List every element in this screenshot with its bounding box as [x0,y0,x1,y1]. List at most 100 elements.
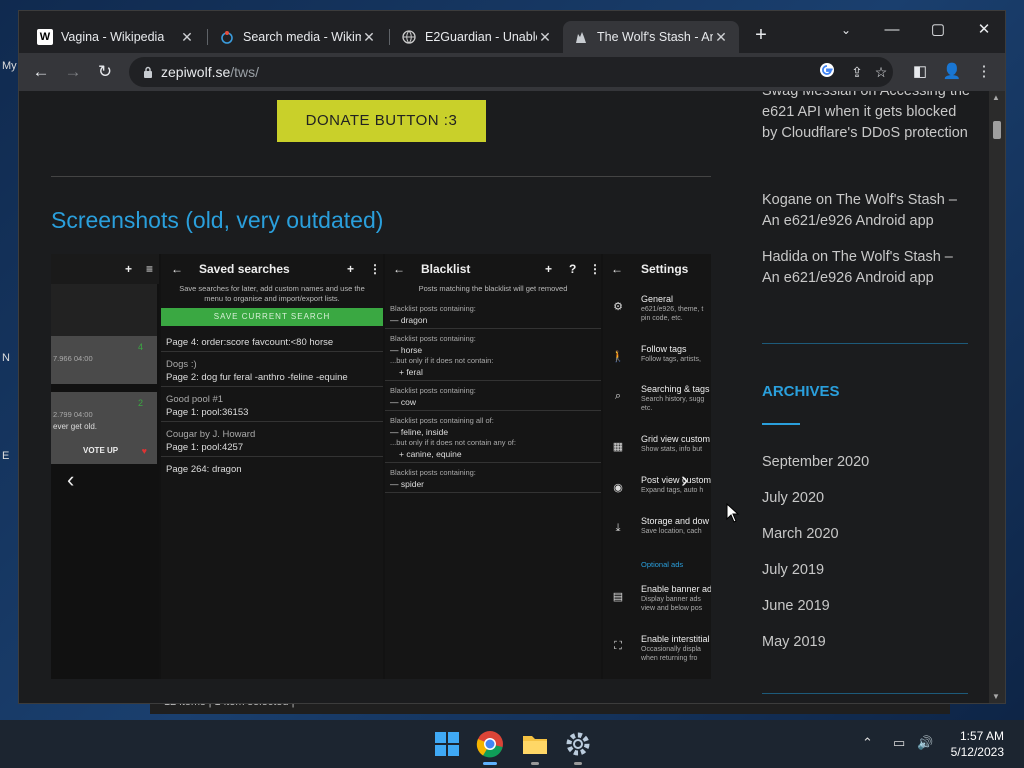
start-windows-icon[interactable] [431,728,463,760]
settings-item-title: General [641,294,674,304]
forward-icon[interactable]: → [61,60,85,84]
close-icon[interactable]: ✕ [361,29,377,46]
archive-link[interactable]: June 2019 [762,598,830,614]
settings-item-desc: Search history, sugg etc. [641,396,705,412]
share-icon[interactable]: ⇪ [847,62,867,82]
recent-comment: Swag Messiah on Accessing the e621 API w… [762,91,972,144]
saved-search-item: Page 1: pool:36153 [166,407,249,418]
file-explorer-icon[interactable] [519,728,551,760]
recent-comment: Hadida on The Wolf's Stash – An e621/e92… [762,247,972,289]
toolbar: ← → ↻ zepiwolf.se/tws/ ⇪ ☆ ◧ 👤 ⋮ [19,53,1005,91]
back-icon: ← [611,262,623,276]
comment-author-link[interactable]: Swag Messiah [762,91,856,99]
screenshot-gallery[interactable]: + ≡ 7.966 04:00 4 2.799 04:00 ever get o… [51,254,711,679]
chevron-up-icon[interactable]: ⌃ [862,735,873,751]
archives-underline [762,423,800,425]
tab-e2guardian[interactable]: E2Guardian - Unable ✕ [391,21,563,53]
back-icon[interactable]: ← [29,60,53,84]
desktop-label[interactable]: E [2,450,9,462]
settings-item-title: Post view custom [641,475,711,485]
rule-tag: — cow [390,397,416,407]
network-icon[interactable]: ▭ [893,735,905,751]
settings-section-label: Optional ads [641,560,684,569]
address-bar[interactable]: zepiwolf.se/tws/ ⇪ ☆ [129,57,893,87]
card-count: 4 [137,342,143,352]
saved-search-item: Page 4: order:score favcount:<80 horse [166,337,334,348]
settings-item: ⌕ Searching & tags Search history, sugg et… [603,384,711,424]
tab-wolfs-stash[interactable]: The Wolf's Stash - An ✕ [563,21,739,53]
comment-on: on [860,91,877,99]
settings-item-title: Storage and dow [641,516,710,526]
settings-item-desc: e621/e926, theme, t pin code, etc. [641,306,704,322]
bookmark-star-icon[interactable]: ☆ [871,62,891,82]
archive-link[interactable]: July 2020 [762,490,824,506]
archive-link[interactable]: March 2020 [762,526,839,542]
feed-card: 7.966 04:00 4 [51,336,157,384]
card-meta: 2.799 04:00 [53,410,93,419]
tab-title: Search media - Wikime [243,30,361,44]
rule-tag: — spider [390,479,425,489]
tab-separator [389,29,390,45]
tab-wikimedia[interactable]: Search media - Wikime ✕ [209,21,387,53]
desktop-icons-strip: My N E [0,56,18,716]
close-window-button[interactable]: ✕ [961,15,1007,45]
blacklist-subtitle: Posts matching the blacklist will get re… [418,284,568,293]
reload-icon[interactable]: ↻ [93,60,117,84]
card-text: ever get old. [53,422,98,431]
globe-icon [401,29,417,45]
archive-link[interactable]: September 2020 [762,454,869,470]
saved-search-item: Page 1: pool:4257 [166,442,244,453]
divider [51,176,711,177]
recent-comment: Kogane on The Wolf's Stash – An e621/e92… [762,190,972,232]
scroll-up-icon[interactable]: ▲ [992,93,1000,102]
close-icon[interactable]: ✕ [713,29,729,46]
lock-icon[interactable] [143,65,153,78]
scrollbar-thumb[interactable] [993,121,1001,139]
tab-wikipedia[interactable]: W Vagina - Wikipedia ✕ [27,21,205,53]
tab-title: E2Guardian - Unable [425,30,537,44]
back-icon: ← [393,262,405,276]
settings-item-desc: Occasionally displa when returning fro [641,646,701,662]
maximize-button[interactable]: ▢ [915,15,961,45]
minimize-button[interactable]: — [869,15,915,45]
side-panel-icon[interactable]: ◧ [909,61,931,83]
settings-item: ⛶ Enable interstitial Occasionally displa … [603,634,711,674]
scroll-down-icon[interactable]: ▼ [992,692,1000,701]
settings-item: ▤ Enable banner ad Display banner ads view… [603,584,711,624]
back-icon: ← [171,262,183,276]
clock[interactable]: 1:57 AM 5/12/2023 [951,728,1004,760]
profile-icon[interactable]: 👤 [941,61,963,83]
plus-icon: + [124,262,132,276]
taskbar: ⌃ ▭ 🔊 1:57 AM 5/12/2023 [0,720,1024,768]
rule-except-tag: + canine, equine [399,449,462,459]
gallery-prev-icon[interactable]: ‹ [67,467,74,493]
new-tab-button[interactable]: + [749,24,773,48]
clock-time: 1:57 AM [959,729,1004,743]
url-text[interactable]: zepiwolf.se/tws/ [161,64,259,80]
close-icon[interactable]: ✕ [537,29,553,46]
chrome-window: W Vagina - Wikipedia ✕ Search media - Wi… [18,10,1006,704]
gear-icon: ⚙ [613,301,623,313]
blacklist-title: Blacklist [421,262,471,276]
settings-item-title: Grid view custom [641,434,711,444]
page-scrollbar[interactable]: ▲ ▼ [989,91,1005,703]
gallery-next-icon[interactable]: › [681,467,688,493]
chrome-taskbar-icon[interactable] [474,728,506,760]
menu-icon[interactable]: ⋮ [973,61,995,83]
settings-taskbar-icon[interactable] [562,728,594,760]
volume-icon[interactable]: 🔊 [917,735,933,751]
google-icon[interactable] [817,62,837,82]
donate-button[interactable]: DONATE BUTTON :3 [277,100,486,142]
desktop-label[interactable]: N [2,352,10,364]
desktop-label[interactable]: My [2,60,17,72]
rule-label: Blacklist posts containing: [390,386,476,395]
screenshots-heading: Screenshots (old, very outdated) [51,207,384,233]
more-icon: ⋮ [369,262,381,276]
settings-item-desc: Display banner ads view and below pos [641,596,703,612]
close-icon[interactable]: ✕ [179,29,195,46]
settings-item-title: Enable banner ad [641,584,711,594]
tab-search-icon[interactable]: ⌄ [823,15,869,45]
archive-link[interactable]: May 2019 [762,634,826,650]
archive-link[interactable]: July 2019 [762,562,824,578]
settings-item-desc: Expand tags, auto h [641,487,704,494]
